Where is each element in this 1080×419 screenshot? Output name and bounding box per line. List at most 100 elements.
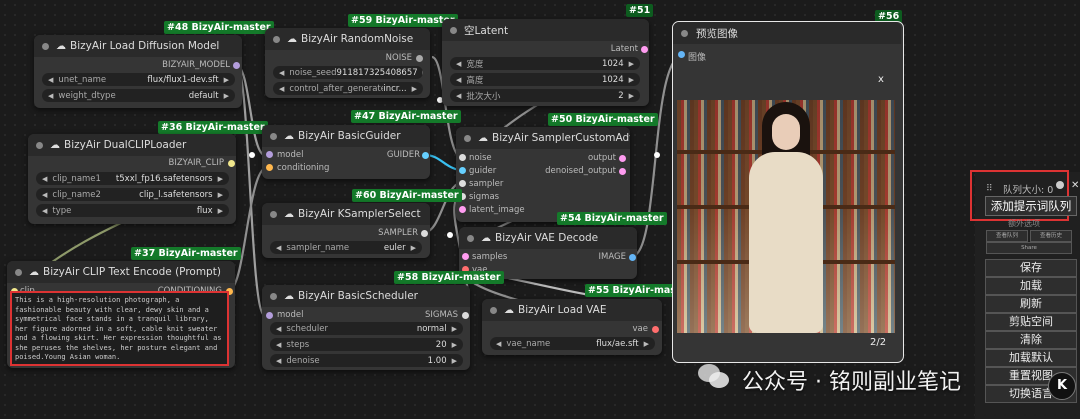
output-label: BIZYAIR_MODEL xyxy=(162,60,230,70)
collapse-dot-icon[interactable] xyxy=(490,306,497,314)
steps-widget[interactable]: ◀ steps 20 ▶ xyxy=(270,338,463,351)
collapse-dot-icon[interactable] xyxy=(15,268,22,276)
node-tag: #36 BizyAir-master xyxy=(158,121,268,134)
clip-name1-widget[interactable]: ◀ clip_name1 t5xxl_fp16.safetensors ▶ xyxy=(36,172,229,185)
input-socket[interactable] xyxy=(459,154,466,161)
collapse-dot-icon[interactable] xyxy=(270,132,277,140)
denoise-widget[interactable]: ◀ denoise 1.00 ▶ xyxy=(270,354,463,367)
cloud-icon: ☁ xyxy=(284,130,294,142)
figure-face xyxy=(772,114,800,150)
clear-button[interactable]: 清除 xyxy=(985,331,1077,349)
node-title: BizyAir DualCLIPLoader xyxy=(64,139,187,151)
node-title: 空Latent xyxy=(464,24,509,37)
output-socket[interactable] xyxy=(421,230,428,237)
node-tag: #60 BizyAir-master xyxy=(352,189,462,202)
sampler-name-widget[interactable]: ◀ sampler_name euler ▶ xyxy=(270,241,422,254)
input-socket[interactable] xyxy=(266,312,273,319)
output-socket[interactable] xyxy=(652,326,659,333)
input-socket[interactable] xyxy=(462,253,469,260)
node-title: BizyAir CLIP Text Encode (Prompt) xyxy=(43,266,221,278)
input-socket[interactable] xyxy=(266,164,273,171)
noise-seed-widget[interactable]: ◀noise_seed911817325408657▶ xyxy=(273,66,423,79)
collapse-dot-icon[interactable] xyxy=(464,134,471,142)
output-socket[interactable] xyxy=(228,160,235,167)
load-default-button[interactable]: 加载默认 xyxy=(985,349,1077,367)
input-label: samples xyxy=(472,252,508,262)
output-label: BIZYAIR_CLIP xyxy=(168,158,224,168)
output-socket[interactable] xyxy=(233,62,240,69)
input-label: guider xyxy=(469,166,497,176)
figure-sweater xyxy=(749,152,823,333)
node-title: BizyAir BasicScheduler xyxy=(298,290,418,302)
share-button[interactable]: Share xyxy=(986,242,1072,254)
collapse-dot-icon[interactable] xyxy=(273,35,280,43)
node-title: BizyAir SamplerCustomAdvanced xyxy=(492,132,630,144)
close-icon[interactable]: x xyxy=(878,74,884,85)
cloud-icon: ☁ xyxy=(284,208,294,220)
collapse-dot-icon[interactable] xyxy=(36,141,43,149)
input-label: model xyxy=(277,310,304,320)
output-label: IMAGE xyxy=(598,252,626,262)
input-label: sigmas xyxy=(469,192,500,202)
output-socket[interactable] xyxy=(619,155,626,162)
node-title: 预览图像 xyxy=(696,27,738,40)
input-socket[interactable] xyxy=(459,167,466,174)
vae-name-widget[interactable]: ◀ vae_name flux/ae.sft ▶ xyxy=(490,337,655,350)
input-socket[interactable] xyxy=(678,51,685,58)
view-queue-button[interactable]: 查看队列 xyxy=(986,230,1028,242)
refresh-button[interactable]: 刷新 xyxy=(985,295,1077,313)
output-socket[interactable] xyxy=(422,152,429,159)
clipspace-button[interactable]: 剪贴空间 xyxy=(985,313,1077,331)
width-widget[interactable]: ◀ 宽度 1024 ▶ xyxy=(450,57,640,70)
node-tag: #48 BizyAir-master xyxy=(164,21,274,34)
input-socket[interactable] xyxy=(459,206,466,213)
queue-prompt-button[interactable]: 添加提示词队列 xyxy=(985,196,1077,216)
height-widget[interactable]: ◀ 高度 1024 ▶ xyxy=(450,73,640,86)
node-title: BizyAir VAE Decode xyxy=(495,232,599,244)
batch-size-widget[interactable]: ◀ 批次大小 2 ▶ xyxy=(450,89,640,102)
node-title: BizyAir KSamplerSelect xyxy=(298,208,421,220)
output-socket[interactable] xyxy=(641,46,648,53)
unet-name-widget[interactable]: ◀ unet_name flux/flux1-dev.sft ▶ xyxy=(42,73,235,86)
weight-dtype-widget[interactable]: ◀ weight_dtype default ▶ xyxy=(42,89,235,102)
output-socket[interactable] xyxy=(619,168,626,175)
clip-name2-widget[interactable]: ◀ clip_name2 clip_l.safetensors ▶ xyxy=(36,188,229,201)
output-socket[interactable] xyxy=(462,312,469,319)
node-tag: #50 BizyAir-master xyxy=(548,113,658,126)
control-after-generate-widget[interactable]: ◀ control_after_generate incr... ▶ xyxy=(273,82,423,95)
input-label: noise xyxy=(469,153,492,163)
collapse-dot-icon[interactable] xyxy=(270,292,277,300)
output-label: vae xyxy=(632,324,648,334)
preview-header[interactable]: 预览图像 xyxy=(673,22,901,44)
watermark-text: 公众号 · 铭则副业笔记 xyxy=(742,370,961,395)
preview-image xyxy=(677,100,895,333)
input-socket[interactable] xyxy=(459,180,466,187)
cloud-icon: ☁ xyxy=(284,290,294,302)
node-title: BizyAir RandomNoise xyxy=(301,33,414,45)
collapse-dot-icon[interactable] xyxy=(450,26,457,34)
prompt-textarea[interactable]: This is a high-resolution photograph, a … xyxy=(10,291,229,366)
cloud-icon: ☁ xyxy=(478,132,488,144)
image-counter: 2/2 xyxy=(870,337,887,348)
input-label: sampler xyxy=(469,179,504,189)
node-tag: #47 BizyAir-master xyxy=(351,110,461,123)
load-button[interactable]: 加载 xyxy=(985,277,1077,295)
output-label: GUIDER xyxy=(386,150,420,160)
node-tag: #51 xyxy=(626,4,654,17)
close-icon[interactable]: ✕ xyxy=(1071,180,1079,191)
output-label: NOISE xyxy=(385,53,412,63)
output-socket[interactable] xyxy=(629,254,636,261)
scheduler-widget[interactable]: ◀ scheduler normal ▶ xyxy=(270,322,463,335)
cloud-icon: ☁ xyxy=(481,232,491,244)
collapse-dot-icon[interactable] xyxy=(681,29,688,37)
collapse-dot-icon[interactable] xyxy=(42,42,49,50)
collapse-dot-icon[interactable] xyxy=(270,210,277,218)
collapse-dot-icon[interactable] xyxy=(467,234,474,242)
cloud-icon: ☁ xyxy=(56,40,66,52)
view-history-button[interactable]: 查看历史 xyxy=(1030,230,1072,242)
type-widget[interactable]: ◀ type flux ▶ xyxy=(36,204,229,217)
output-socket[interactable] xyxy=(416,55,423,62)
input-socket[interactable] xyxy=(266,151,273,158)
cloud-icon: ☁ xyxy=(287,33,297,45)
save-button[interactable]: 保存 xyxy=(985,259,1077,277)
